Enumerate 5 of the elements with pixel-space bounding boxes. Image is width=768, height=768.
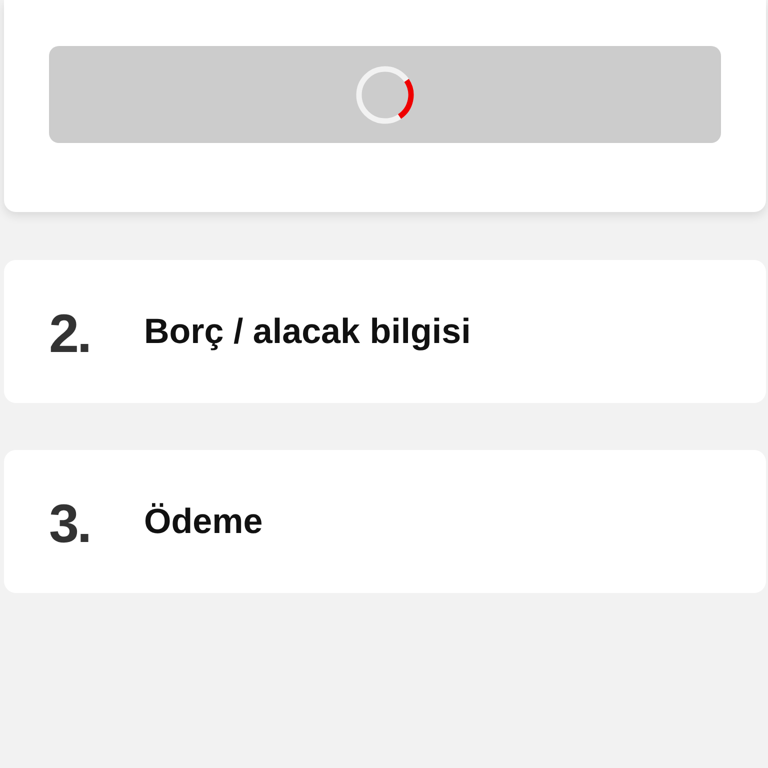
step-number: 2. xyxy=(49,302,92,360)
step-title: Ödeme xyxy=(144,500,263,542)
loading-button[interactable] xyxy=(49,46,721,143)
step-title: Borç / alacak bilgisi xyxy=(144,310,471,352)
step-number: 3. xyxy=(49,492,92,550)
